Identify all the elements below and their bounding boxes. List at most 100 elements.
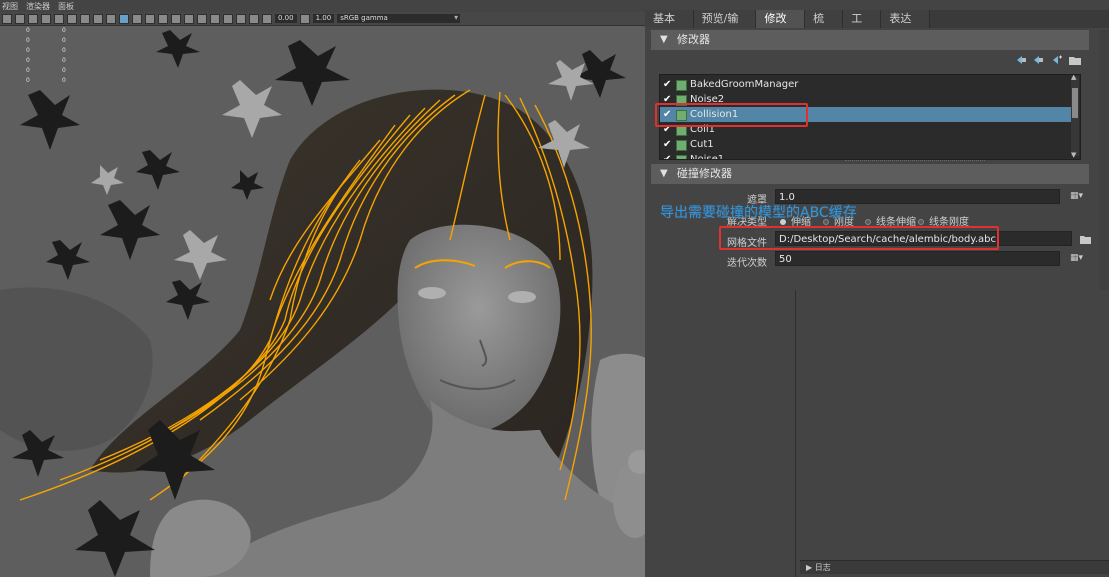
modifier-label: Collision1 [690, 109, 739, 120]
list-scrollbar[interactable]: ▲ ▼ [1071, 75, 1079, 159]
modifier-label: Coil1 [690, 124, 716, 135]
list-item[interactable]: ✔ Noise2 [660, 92, 1079, 107]
expand-triangle-icon: ▶ [806, 563, 815, 572]
modifier-type-icon [676, 155, 687, 159]
resolution-gate-icon[interactable] [54, 13, 64, 24]
panel-scrollbar[interactable] [1099, 30, 1109, 290]
render-scene [0, 0, 645, 577]
wireframe-icon[interactable] [106, 13, 116, 24]
map-button-icon[interactable]: ▦▾ [1070, 191, 1084, 201]
scroll-up-icon[interactable]: ▲ [1071, 75, 1076, 81]
check-icon[interactable]: ✔ [663, 152, 674, 159]
hud-value: 0 [62, 57, 66, 64]
hud-value: 0 [26, 47, 30, 54]
field-chart-icon[interactable] [80, 13, 90, 24]
hud-value: 0 [26, 27, 30, 34]
hud-value: 0 [62, 77, 66, 84]
add-modifier-icon[interactable] [1051, 55, 1063, 65]
tab-modifiers[interactable]: 修改器 [756, 10, 806, 43]
move-down-icon[interactable] [1033, 55, 1045, 65]
check-icon[interactable]: ✔ [663, 77, 674, 92]
hud-value: 0 [26, 57, 30, 64]
bookmark-icon[interactable] [28, 13, 38, 24]
modifier-label: Noise1 [690, 154, 725, 160]
xray-active-icon[interactable] [249, 13, 259, 24]
camera-icon[interactable] [2, 13, 12, 24]
gate-mask-icon[interactable] [67, 13, 77, 24]
modifier-type-icon [676, 95, 687, 106]
gamma-icon[interactable] [299, 13, 310, 24]
shadows-icon[interactable] [158, 13, 168, 24]
radio-label: 线条刚度 [929, 217, 969, 228]
viewport-menu-item[interactable]: 渲染器 [26, 1, 50, 12]
tab-expressions[interactable]: 表达式 [881, 10, 931, 43]
list-item[interactable]: ✔ Coil1 [660, 122, 1079, 137]
check-icon[interactable]: ✔ [663, 107, 674, 122]
viewport-hud-right: 0 0 0 0 0 0 [62, 26, 66, 86]
list-item[interactable]: ✔ Cut1 [660, 137, 1079, 152]
attribute-editor-panel: 基本体 预览/输出 修改器 梳理 工具 表达式 ▼ 修改器 ✔ BakedGro… [645, 0, 1109, 577]
list-item[interactable]: ✔ BakedGroomManager [660, 77, 1079, 92]
3d-viewport[interactable]: 视图 渲染器 面板 0.00 1.00 sRGB gamma 0 0 0 0 [0, 0, 645, 577]
viewport-hud-left: 0 0 0 0 0 0 [26, 26, 30, 86]
check-icon[interactable]: ✔ [663, 137, 674, 152]
move-up-icon[interactable] [1015, 55, 1027, 65]
motion-blur-icon[interactable] [184, 13, 194, 24]
modifiers-section-title: 修改器 [677, 33, 710, 46]
radio-strand-stretch[interactable]: 线条伸缩 [865, 213, 916, 228]
tab-primitive[interactable]: 基本体 [645, 10, 694, 43]
modifier-type-icon [676, 140, 687, 151]
map-button-icon[interactable]: ▦▾ [1070, 253, 1084, 263]
ambient-occlusion-icon[interactable] [171, 13, 181, 24]
grid-icon[interactable] [15, 13, 25, 24]
modifier-toolbar [1015, 55, 1081, 65]
tab-strip-filler [930, 10, 1109, 28]
modifiers-section-header[interactable]: ▼ 修改器 [651, 30, 1089, 50]
viewport-menu-item[interactable]: 视图 [2, 1, 18, 12]
collapse-triangle-icon: ▼ [660, 34, 668, 45]
log-bar[interactable]: ▶ 日志 [800, 560, 1109, 574]
lights-icon[interactable] [145, 13, 155, 24]
film-gate-icon[interactable] [41, 13, 51, 24]
mesh-file-field[interactable]: D:/Desktop/Search/cache/alembic/body.abc [775, 231, 1072, 246]
scroll-thumb[interactable] [1072, 88, 1078, 118]
collision-section-header[interactable]: ▼ 碰撞修改器 [651, 164, 1089, 184]
lower-panel-area [795, 290, 1109, 577]
xray-joints-icon[interactable] [236, 13, 246, 24]
tab-groom[interactable]: 梳理 [805, 10, 844, 43]
xray-icon[interactable] [223, 13, 233, 24]
list-item-selected[interactable]: ✔ Collision1 [660, 107, 1079, 122]
hud-value: 0 [26, 37, 30, 44]
check-icon[interactable]: ✔ [663, 92, 674, 107]
modifier-folder-icon[interactable] [1069, 55, 1081, 65]
textured-icon[interactable] [132, 13, 142, 24]
viewport-menubar: 视图 渲染器 面板 [0, 0, 645, 12]
modifier-list[interactable]: ✔ BakedGroomManager ✔ Noise2 ✔ Collision… [659, 74, 1081, 160]
safe-action-icon[interactable] [93, 13, 103, 24]
color-space-select[interactable]: sRGB gamma [337, 13, 461, 23]
radio-label: 线条伸缩 [876, 217, 916, 228]
exposure-field[interactable]: 0.00 [275, 14, 297, 23]
gamma-field[interactable]: 1.00 [312, 14, 335, 23]
modifier-label: Cut1 [690, 139, 714, 150]
isolate-icon[interactable] [210, 13, 220, 24]
list-item[interactable]: ✔ Noise1 [660, 152, 1079, 160]
anti-alias-icon[interactable] [197, 13, 207, 24]
hud-value: 0 [62, 27, 66, 34]
smooth-shade-icon[interactable] [119, 13, 129, 24]
modifier-label: BakedGroomManager [690, 79, 799, 90]
tab-tools[interactable]: 工具 [843, 10, 882, 43]
viewport-menu-item[interactable]: 面板 [58, 1, 74, 12]
hud-value: 0 [62, 47, 66, 54]
radio-strand-stiffness[interactable]: 线条刚度 [918, 213, 969, 228]
exposure-icon[interactable] [262, 13, 272, 24]
radio-unselected-icon [918, 219, 924, 225]
log-label: 日志 [814, 563, 831, 572]
browse-folder-icon[interactable] [1080, 234, 1092, 244]
check-icon[interactable]: ✔ [663, 122, 674, 137]
radio-unselected-icon [865, 219, 871, 225]
modifier-type-icon [676, 110, 687, 121]
iterations-field[interactable]: 50 [775, 251, 1060, 266]
scroll-down-icon[interactable]: ▼ [1071, 151, 1076, 159]
tab-preview-output[interactable]: 预览/输出 [693, 10, 757, 43]
